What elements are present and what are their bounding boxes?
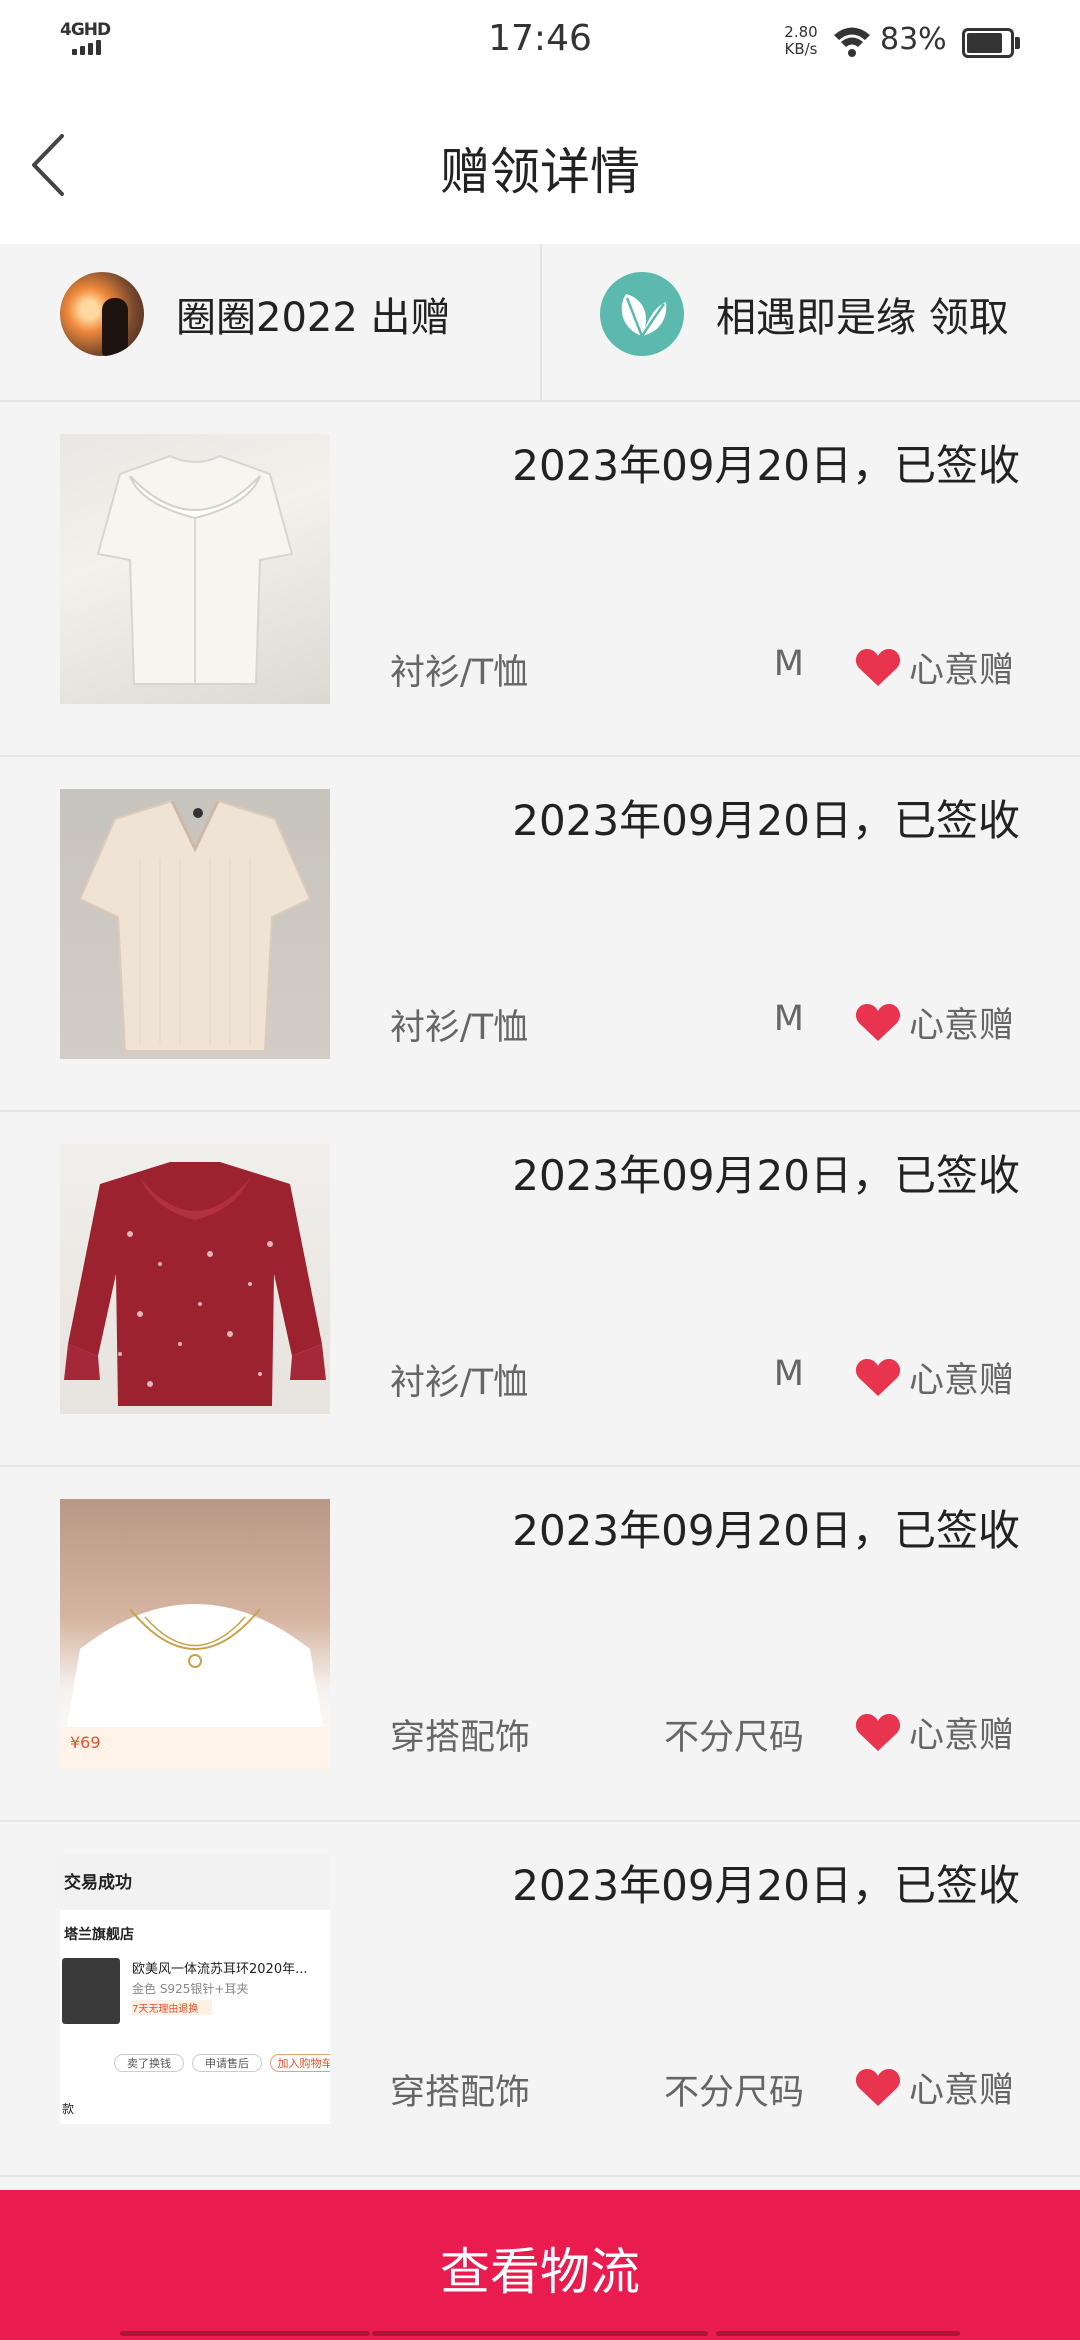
thumbnail-btn-1: 卖了换钱 <box>114 2054 184 2072</box>
gift-type-label: 心意赠 <box>908 1716 1014 1756</box>
product-thumbnail[interactable]: 交易成功 塔兰旗舰店 欧美风一体流苏耳环2020年... 金色 S925银针+耳… <box>60 1854 330 2124</box>
item-date-status: 2023年09月20日，已签收 <box>512 1861 1020 1910</box>
item-size: M <box>773 644 804 684</box>
network-speed: 2.80 KB/s <box>778 24 824 58</box>
item-date-status: 2023年09月20日，已签收 <box>512 796 1020 845</box>
network-speed-value: 2.80 <box>784 23 818 41</box>
product-thumbnail[interactable] <box>60 434 330 704</box>
thumbnail-spec: 金色 S925银针+耳夹 <box>132 1982 249 1996</box>
status-bar: 4GHD 17:46 2.80 KB/s 83% <box>0 0 1080 84</box>
heart-icon <box>855 648 901 686</box>
home-indicator <box>120 2331 370 2336</box>
list-item[interactable]: 2023年09月20日，已签收 衬衫/T恤 M 心意赠 <box>0 757 1080 1112</box>
list-item[interactable]: ¥69 2023年09月20日，已签收 穿搭配饰 不分尺码 心意赠 <box>0 1467 1080 1822</box>
home-indicator <box>372 2331 708 2336</box>
thumbnail-btn-2: 申请售后 <box>192 2054 262 2072</box>
heart-icon <box>855 1358 901 1396</box>
battery-icon <box>962 28 1020 58</box>
product-thumbnail[interactable] <box>60 1144 330 1414</box>
item-date-status: 2023年09月20日，已签收 <box>512 1151 1020 1200</box>
item-size: M <box>773 1354 804 1394</box>
gift-type: 心意赠 <box>855 997 1014 1048</box>
item-size: M <box>773 999 804 1039</box>
gift-type: 心意赠 <box>855 2062 1014 2113</box>
item-category: 穿搭配饰 <box>390 1718 531 1758</box>
gift-type-label: 心意赠 <box>908 651 1014 691</box>
receiver-label: 相遇即是缘 领取 <box>716 295 1009 341</box>
heart-icon <box>855 2068 901 2106</box>
heart-icon <box>855 1713 901 1751</box>
nav-bar: 赠领详情 <box>0 84 1080 244</box>
gift-type-label: 心意赠 <box>908 2071 1014 2111</box>
thumbnail-header: 交易成功 <box>64 1873 132 1893</box>
product-thumbnail[interactable] <box>60 789 330 1059</box>
item-date-status: 2023年09月20日，已签收 <box>512 441 1020 490</box>
avatar[interactable] <box>600 272 684 356</box>
battery-percent: 83% <box>880 22 947 57</box>
thumbnail-badge: 7天无理由退换 <box>132 2000 212 2015</box>
thumbnail-price: ¥69 <box>70 1733 101 1752</box>
view-logistics-label: 查看物流 <box>440 2243 640 2301</box>
bottom-bar: 查看物流 <box>0 2190 1080 2340</box>
thumbnail-store: 塔兰旗舰店 <box>64 1927 134 1943</box>
leaf-icon <box>621 294 667 337</box>
view-logistics-button[interactable]: 查看物流 <box>0 2190 1080 2340</box>
thumbnail-btn-3: 加入购物车 <box>270 2054 330 2072</box>
network-speed-unit: KB/s <box>784 40 818 58</box>
list-item[interactable]: 2023年09月20日，已签收 衬衫/T恤 M 心意赠 <box>0 1112 1080 1467</box>
giver-user[interactable]: 圈圈2022 出赠 <box>60 272 451 356</box>
gift-type: 心意赠 <box>855 642 1014 693</box>
thumbnail-footer: 款 <box>62 2102 75 2116</box>
home-indicator <box>716 2331 960 2336</box>
gift-type-label: 心意赠 <box>908 1006 1014 1046</box>
item-category: 衬衫/T恤 <box>390 1363 529 1403</box>
gift-type: 心意赠 <box>855 1352 1014 1403</box>
page-title: 赠领详情 <box>440 143 640 201</box>
list-item[interactable]: 2023年09月20日，已签收 衬衫/T恤 M 心意赠 <box>0 402 1080 757</box>
item-date-status: 2023年09月20日，已签收 <box>512 1506 1020 1555</box>
item-size: 不分尺码 <box>663 1718 804 1758</box>
item-category: 衬衫/T恤 <box>390 1008 529 1048</box>
gift-type-label: 心意赠 <box>908 1361 1014 1401</box>
item-category: 衬衫/T恤 <box>390 653 529 693</box>
avatar[interactable] <box>60 272 144 356</box>
list-item[interactable]: 交易成功 塔兰旗舰店 欧美风一体流苏耳环2020年... 金色 S925银针+耳… <box>0 1822 1080 2177</box>
receiver-user[interactable]: 相遇即是缘 领取 <box>600 272 1009 356</box>
gift-type: 心意赠 <box>855 1707 1014 1758</box>
heart-icon <box>855 1003 901 1041</box>
giver-label: 圈圈2022 出赠 <box>176 295 451 341</box>
item-category: 穿搭配饰 <box>390 2073 531 2113</box>
product-thumbnail[interactable]: ¥69 <box>60 1499 330 1769</box>
users-row: 圈圈2022 出赠 相遇即是缘 领取 <box>0 244 1080 402</box>
thumbnail-product: 欧美风一体流苏耳环2020年... <box>132 1962 308 1977</box>
divider <box>540 244 542 402</box>
item-list: 2023年09月20日，已签收 衬衫/T恤 M 心意赠 2023年09月20日，… <box>0 402 1080 2177</box>
item-size: 不分尺码 <box>663 2073 804 2113</box>
wifi-icon <box>834 27 870 57</box>
